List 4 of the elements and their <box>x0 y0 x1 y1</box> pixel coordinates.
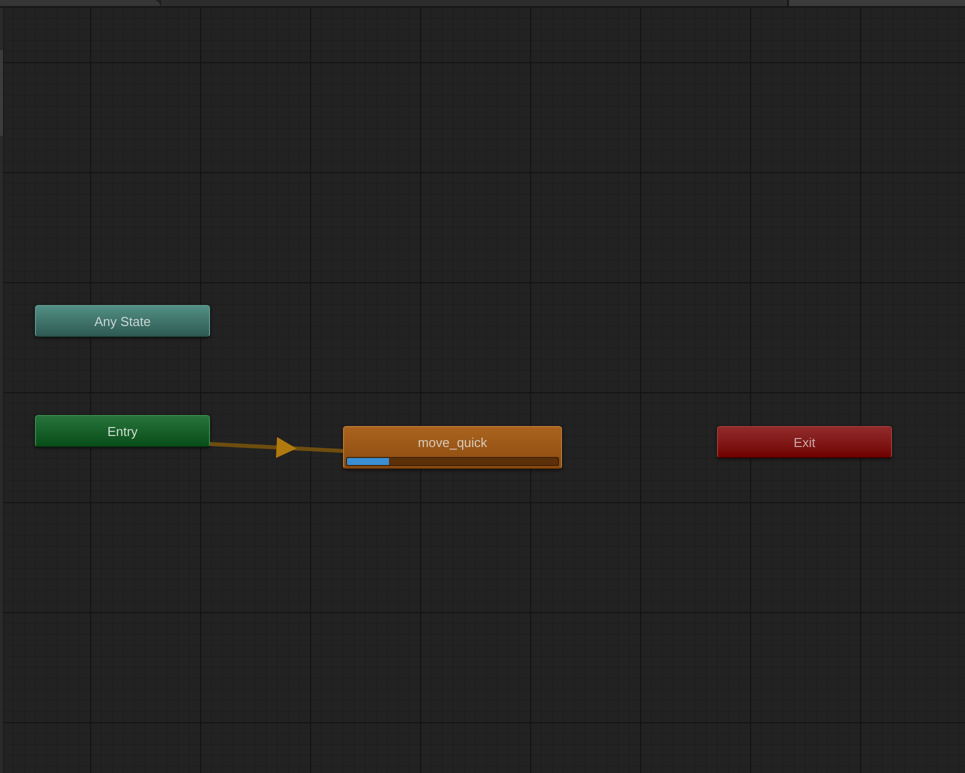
exit-node[interactable]: Exit <box>717 426 892 458</box>
any-state-node[interactable]: Any State <box>35 305 210 337</box>
entry-node[interactable]: Entry <box>35 415 210 447</box>
state-node[interactable]: move_quick <box>343 426 562 469</box>
